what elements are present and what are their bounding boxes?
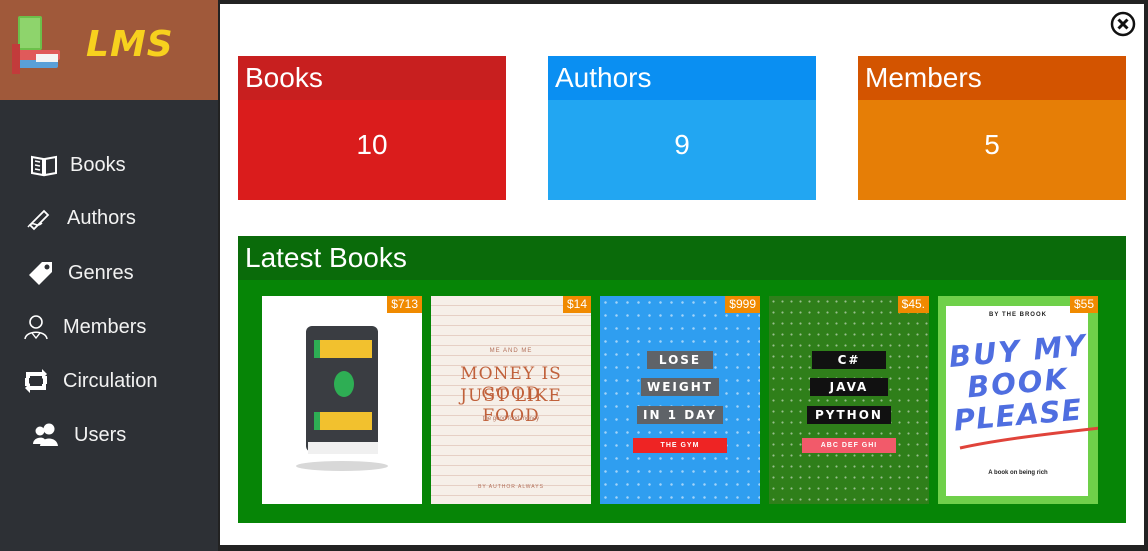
latest-books-panel: Latest Books $713 ME AND ME MONEY IS GOO… (238, 236, 1126, 523)
sidebar-item-users[interactable]: Users (0, 414, 218, 454)
book-cover-line-2: JAVA (809, 378, 889, 396)
stat-card-authors[interactable]: Authors 9 (548, 56, 816, 200)
book-open-icon (31, 155, 57, 177)
sidebar-item-label: Users (74, 424, 127, 446)
stat-card-books[interactable]: Books 10 (238, 56, 506, 200)
book-cover-line-1-wrap: C# (769, 351, 929, 369)
book-card[interactable]: ME AND ME MONEY IS GOOD JUST LIKE FOOD t… (431, 296, 591, 504)
member-person-icon (24, 315, 48, 340)
books-logo-icon (12, 16, 60, 74)
notebook-cover-icon (296, 326, 388, 471)
stat-card-title: Members (858, 56, 1126, 100)
sidebar-item-label: Members (63, 316, 147, 338)
book-cover-line-2: WEIGHT (641, 378, 719, 396)
sidebar-item-label: Authors (67, 207, 136, 229)
book-cover-line-3: PYTHON (807, 406, 891, 424)
book-cover-line-3-wrap: PYTHON (769, 406, 929, 424)
book-cover-band-wrap: ABC DEF GHI (769, 434, 929, 453)
circulation-arrows-icon (25, 369, 47, 393)
book-cover-top-text: ME AND ME (489, 348, 533, 354)
dashboard-panel: Books 10 Authors 9 Members 5 Latest Book… (220, 4, 1144, 545)
sidebar-item-circulation[interactable]: Circulation (0, 360, 218, 400)
price-badge: $45. (897, 296, 929, 313)
sidebar: LMS Books Authors Genres Members Circula… (0, 0, 218, 551)
sidebar-item-label: Books (70, 154, 126, 176)
price-badge: $14 (562, 296, 591, 313)
book-cover-band: ABC DEF GHI (802, 438, 896, 453)
book-cover-author: BY AUTHOR ALWAYS (478, 484, 544, 490)
book-cover-line-3-wrap: IN 1 DAY (600, 406, 760, 424)
book-cover-line-3: IN 1 DAY (636, 406, 723, 424)
price-badge: $999 (725, 296, 760, 313)
stat-card-value: 5 (858, 100, 1126, 200)
price-badge: $55 (1069, 296, 1098, 313)
stat-card-value: 9 (548, 100, 816, 200)
close-icon[interactable] (1110, 11, 1136, 37)
book-cover-line-1-wrap: LOSE (600, 351, 760, 369)
stat-card-title: Authors (548, 56, 816, 100)
book-cover-subtitle: A book on being rich (988, 470, 1048, 476)
stat-card-value: 10 (238, 100, 506, 200)
latest-books-title: Latest Books (238, 236, 1126, 280)
book-card[interactable]: LOSE WEIGHT IN 1 DAY THE GYM $999 (600, 296, 760, 504)
sidebar-item-authors[interactable]: Authors (0, 197, 218, 237)
sidebar-item-label: Circulation (63, 370, 158, 392)
book-cover-line-2-wrap: JAVA (769, 378, 929, 396)
book-card[interactable]: $713 (262, 296, 422, 504)
red-underline-stroke (959, 426, 1098, 450)
book-cover-band-wrap: THE GYM (600, 434, 760, 453)
book-card[interactable]: C# JAVA PYTHON ABC DEF GHI $45. (769, 296, 929, 504)
app-logo-text: LMS (86, 24, 174, 65)
logo-area[interactable]: LMS (0, 0, 218, 100)
stat-card-title: Books (238, 56, 506, 100)
tag-icon (29, 262, 52, 285)
book-cover-subtitle: the good food money (482, 416, 540, 422)
pen-writing-icon (27, 209, 50, 231)
sidebar-item-genres[interactable]: Genres (0, 252, 218, 292)
users-icon (33, 423, 58, 446)
stat-card-members[interactable]: Members 5 (858, 56, 1126, 200)
book-cover-band: THE GYM (633, 438, 727, 453)
sidebar-item-label: Genres (68, 262, 134, 284)
sidebar-item-members[interactable]: Members (0, 306, 218, 346)
book-cover-line-1: C# (811, 351, 887, 369)
book-cover-line-2-wrap: WEIGHT (600, 378, 760, 396)
price-badge: $713 (387, 296, 422, 313)
book-card[interactable]: BY THE BROOK BUY MY BOOK PLEASE A book o… (938, 296, 1098, 504)
sidebar-item-books[interactable]: Books (0, 144, 218, 184)
book-cover-line-1: LOSE (646, 351, 714, 369)
